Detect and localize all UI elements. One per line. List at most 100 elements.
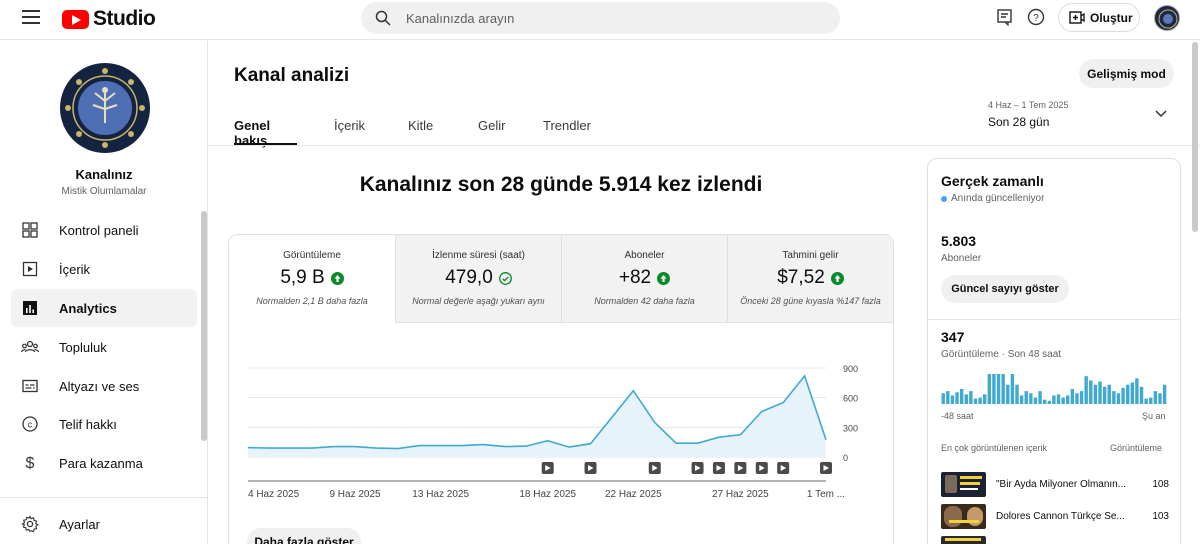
data-point	[824, 438, 828, 442]
x-tick-label: 1 Tem ...	[807, 489, 845, 500]
realtime-bar	[955, 392, 959, 404]
data-point	[417, 444, 421, 448]
metric-value-row: $7,52	[728, 267, 893, 289]
sidebar-item-label: Telif hakkı	[59, 416, 117, 432]
realtime-bar-chart[interactable]	[941, 364, 1167, 406]
create-video-icon	[1069, 11, 1085, 24]
account-avatar[interactable]	[1154, 5, 1180, 31]
channel-name: Kanalınız	[75, 167, 133, 182]
realtime-subscribers-label: Aboneler	[941, 253, 982, 264]
data-point	[310, 446, 314, 450]
sidebar-item-content[interactable]: İçerik	[11, 250, 197, 288]
video-title: Dolores Cannon Türkçe Se...	[996, 510, 1125, 522]
sidebar-item-copyright[interactable]: c Telif hakkı	[11, 405, 197, 443]
chevron-down-icon[interactable]	[1155, 110, 1167, 118]
video-thumbnail	[941, 503, 986, 529]
top-content-item[interactable]: Dolores Cannon Türkçe Se... 103	[941, 503, 1169, 529]
date-range-label: Son 28 gün	[988, 115, 1050, 129]
data-point	[353, 445, 357, 449]
metric-label: Tahmini gelir	[782, 250, 839, 261]
page-scrollbar[interactable]	[1192, 42, 1198, 232]
trend-up-icon	[657, 271, 671, 285]
studio-logo[interactable]: Studio	[62, 7, 156, 31]
x-tick-label: 4 Haz 2025	[248, 489, 300, 500]
data-point	[589, 442, 593, 446]
menu-icon[interactable]	[22, 10, 40, 24]
top-content-item[interactable]: "Bir Ayda Milyoner Olmanın... 108	[941, 471, 1169, 497]
search-bar	[361, 2, 840, 34]
metric-value: 5,9 B	[280, 267, 325, 288]
realtime-bar	[1149, 397, 1153, 404]
realtime-bar	[1006, 384, 1010, 404]
realtime-bar	[1139, 386, 1144, 404]
page-title: Kanal analizi	[234, 65, 350, 86]
realtime-views-label: Görüntüleme · Son 48 saat	[941, 349, 1062, 360]
realtime-bar	[1084, 376, 1088, 404]
video-views: 103	[1152, 510, 1169, 522]
y-tick-label: 600	[843, 394, 858, 404]
sidebar-item-label: Analytics	[59, 300, 117, 316]
metric-views[interactable]: Görüntüleme 5,9 B Normalden 2,1 B daha f…	[229, 235, 395, 323]
channel-avatar[interactable]	[60, 63, 150, 153]
sidebar-item-label: Ayarlar	[59, 516, 100, 532]
realtime-bar	[1047, 400, 1051, 404]
sidebar-item-label: Para kazanma	[59, 455, 143, 471]
realtime-bar	[1135, 378, 1139, 404]
data-point	[696, 441, 700, 445]
top-content-item-partial[interactable]	[941, 535, 1169, 544]
sidebar-item-subtitles[interactable]: Altyazı ve ses	[11, 367, 197, 405]
data-point	[246, 446, 250, 450]
views-chart[interactable]: 900 600 300 0 4 Haz 2025 9 Haz 2025 13 Haz 202…	[229, 323, 894, 503]
sidebar-item-monetization[interactable]: $ Para kazanma	[11, 444, 197, 482]
realtime-bar	[1010, 374, 1015, 404]
metric-value-row: +82	[562, 267, 727, 289]
dashboard-icon	[21, 221, 39, 239]
data-point	[374, 446, 378, 450]
sidebar-item-dashboard[interactable]: Kontrol paneli	[11, 211, 197, 249]
search-icon[interactable]	[375, 10, 391, 26]
data-point	[717, 435, 721, 439]
realtime-bar	[983, 394, 987, 404]
y-tick-label: 900	[843, 364, 858, 374]
copyright-icon: c	[21, 415, 39, 433]
top-bar: Studio ? Oluştur	[0, 0, 1200, 40]
metric-value: 479,0	[445, 267, 493, 288]
tab-audience[interactable]: Kitle	[408, 118, 439, 145]
tab-overview[interactable]: Genel bakış	[234, 118, 297, 148]
create-button[interactable]: Oluştur	[1058, 3, 1140, 32]
sidebar-item-settings[interactable]: Ayarlar	[11, 505, 197, 543]
date-range-dates: 4 Haz – 1 Tem 2025	[988, 100, 1069, 110]
realtime-bar	[996, 374, 1001, 404]
metric-subscribers[interactable]: Aboneler +82 Normalden 42 daha fazla	[561, 235, 727, 323]
advanced-mode-button[interactable]: Gelişmiş mod	[1079, 59, 1174, 88]
help-icon[interactable]: ?	[1027, 8, 1045, 26]
sidebar-scrollbar[interactable]	[201, 211, 207, 441]
dollar-icon: $	[21, 454, 39, 472]
metric-revenue[interactable]: Tahmini gelir $7,52 Önceki 28 güne kıyas…	[727, 235, 893, 323]
data-point	[289, 446, 293, 450]
data-point	[738, 433, 742, 437]
data-point	[546, 439, 550, 443]
metric-watch-time[interactable]: İzlenme süresi (saat) 479,0 Normal değer…	[395, 235, 561, 323]
channel-subtitle: Mistik Olumlamalar	[61, 186, 147, 197]
sidebar-item-community[interactable]: Topluluk	[11, 328, 197, 366]
show-more-button[interactable]: Daha fazla göster	[247, 528, 361, 544]
realtime-bar	[1061, 397, 1065, 404]
realtime-bar	[1079, 391, 1084, 404]
search-input[interactable]	[406, 10, 786, 26]
feedback-icon[interactable]	[996, 8, 1014, 26]
date-range-selector[interactable]: 4 Haz – 1 Tem 2025 Son 28 gün	[988, 100, 1068, 129]
tab-trends[interactable]: Trendler	[543, 118, 603, 145]
trend-up-icon	[330, 271, 344, 285]
show-current-count-button[interactable]: Güncel sayıyı göster	[941, 275, 1069, 303]
tab-revenue[interactable]: Gelir	[478, 118, 505, 145]
tab-content[interactable]: İçerik	[334, 118, 369, 145]
trend-up-icon	[830, 271, 844, 285]
sidebar-item-analytics[interactable]: Analytics	[11, 289, 197, 327]
realtime-bar	[1125, 384, 1130, 404]
series-area	[248, 375, 826, 457]
realtime-bar	[1052, 395, 1056, 404]
realtime-bar	[946, 391, 950, 404]
header-divider	[208, 145, 1200, 146]
realtime-bar	[1089, 380, 1093, 404]
